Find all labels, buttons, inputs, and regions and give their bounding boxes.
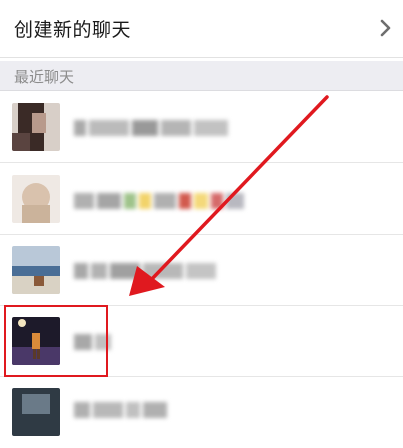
- create-new-chat-row[interactable]: 创建新的聊天: [0, 0, 403, 58]
- avatar: [12, 103, 60, 151]
- chat-name: [74, 399, 170, 419]
- highlight-box: [4, 305, 108, 377]
- avatar: [12, 175, 60, 223]
- chat-name: [74, 190, 247, 210]
- chat-item[interactable]: [0, 377, 403, 448]
- avatar: [12, 388, 60, 436]
- recent-chats-label: 最近聊天: [14, 68, 75, 86]
- avatar: [12, 246, 60, 294]
- chat-item[interactable]: [0, 235, 403, 306]
- chat-name: [74, 260, 219, 280]
- chat-name: [74, 117, 231, 137]
- chat-item[interactable]: [0, 163, 403, 235]
- chevron-right-icon: [380, 19, 391, 37]
- recent-chats-header: 最近聊天: [0, 61, 403, 91]
- create-new-chat-label: 创建新的聊天: [14, 19, 132, 41]
- chat-item[interactable]: [0, 92, 403, 163]
